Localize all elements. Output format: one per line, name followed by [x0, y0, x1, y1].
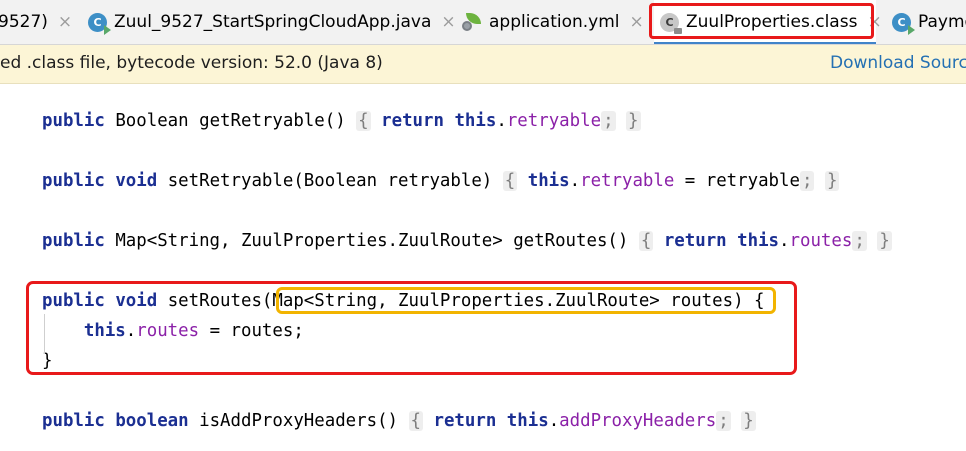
tab-partial-right[interactable]: C Payme [892, 0, 966, 44]
decompiled-notification-bar: ed .class file, bytecode version: 52.0 (… [0, 45, 966, 84]
tab-label: application.yml [489, 12, 620, 32]
code-editor[interactable]: public Boolean getRetryable() { return t… [0, 84, 966, 451]
class-run-icon: C [892, 12, 915, 35]
tab-partial-left[interactable]: 9527) × [0, 0, 76, 44]
tab-highlight-annotation [649, 3, 874, 39]
tab-label: Payme [918, 12, 966, 32]
download-source-link[interactable]: Download Source [830, 53, 966, 73]
folded-body-brace[interactable]: { [356, 111, 371, 131]
close-icon[interactable]: × [630, 13, 644, 31]
tab-label: Zuul_9527_StartSpringCloudApp.java [114, 12, 432, 32]
folded-body-brace[interactable]: { [408, 411, 423, 431]
close-icon[interactable]: × [441, 13, 455, 31]
tab-zuul-startspringcloudapp[interactable]: C Zuul_9527_StartSpringCloudApp.java × [88, 0, 456, 44]
folded-body-brace[interactable]: } [824, 171, 840, 191]
folded-body-brace[interactable]: { [502, 171, 518, 191]
code-line-set-retryable[interactable]: public void setRetryable(Boolean retryab… [42, 168, 840, 194]
code-line-get-routes[interactable]: public Map<String, ZuulProperties.ZuulRo… [42, 228, 892, 254]
editor-tab-bar: 9527) × C Zuul_9527_StartSpringCloudApp.… [0, 0, 966, 45]
class-run-icon: C [88, 12, 111, 35]
parameter-highlight-annotation [276, 287, 776, 314]
code-line-get-retryable[interactable]: public Boolean getRetryable() { return t… [42, 108, 641, 134]
tab-label: 9527) [0, 12, 48, 32]
notification-message: ed .class file, bytecode version: 52.0 (… [0, 53, 383, 73]
folded-body-brace[interactable]: { [638, 231, 654, 251]
folded-body-brace[interactable]: } [741, 411, 756, 431]
tab-application-yml[interactable]: application.yml × [462, 0, 644, 44]
spring-config-icon [462, 13, 482, 31]
folded-body-brace[interactable]: } [626, 111, 641, 131]
folded-body-brace[interactable]: } [877, 231, 892, 251]
code-line-is-add-proxy-headers[interactable]: public boolean isAddProxyHeaders() { ret… [42, 408, 756, 434]
close-icon[interactable]: × [58, 13, 72, 31]
